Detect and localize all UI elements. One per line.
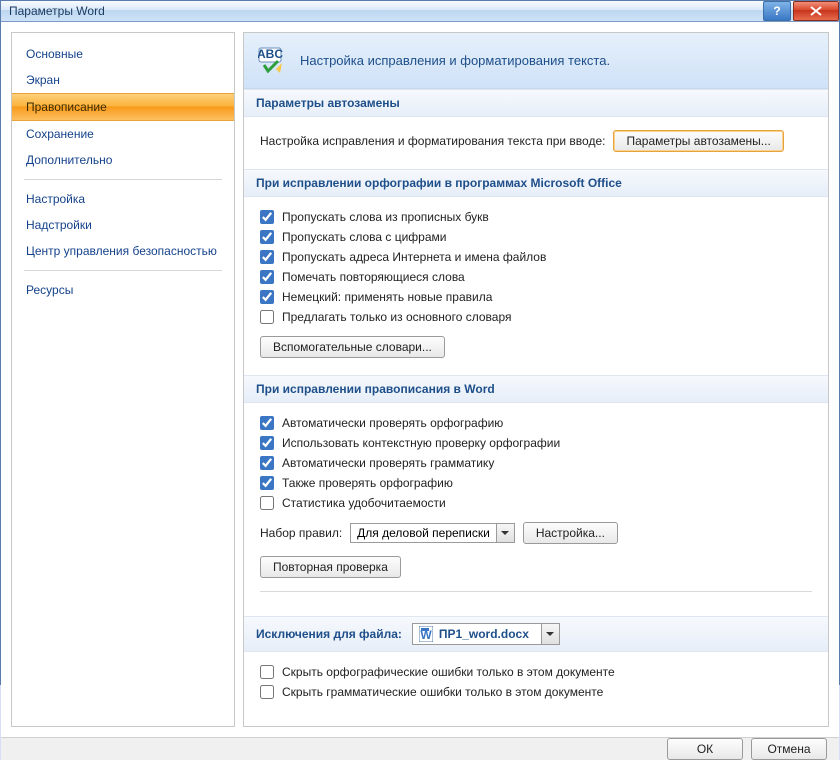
ck-hide-spell-errors-label: Скрыть орфографические ошибки только в э… <box>282 665 615 679</box>
dialog-body: Основные Экран Правописание Сохранение Д… <box>1 22 839 737</box>
ck-german-rules[interactable] <box>260 290 274 304</box>
group-office-header: При исправлении орфографии в программах … <box>244 169 828 197</box>
sidebar-item-customize[interactable]: Настройка <box>12 186 234 212</box>
ck-also-spell-label: Также проверять орфографию <box>282 476 453 490</box>
dialog-footer: ОК Отмена <box>1 737 839 760</box>
exceptions-file-combo[interactable]: W ПР1_word.docx <box>412 623 560 645</box>
group-autocorrect-header: Параметры автозамены <box>244 89 828 117</box>
ck-hide-grammar-errors[interactable] <box>260 685 274 699</box>
ck-main-dict-only-label: Предлагать только из основного словаря <box>282 310 511 324</box>
abc-check-icon: ABC <box>258 47 286 75</box>
sidebar-item-advanced[interactable]: Дополнительно <box>12 147 234 173</box>
exceptions-title: Исключения для файла: <box>256 627 402 641</box>
ck-auto-grammar-label: Автоматически проверять грамматику <box>282 456 494 470</box>
chevron-down-icon[interactable] <box>542 623 560 645</box>
ck-german-rules-label: Немецкий: применять новые правила <box>282 290 492 304</box>
sidebar-item-addins[interactable]: Надстройки <box>12 212 234 238</box>
ck-readability[interactable] <box>260 496 274 510</box>
ck-ignore-numbers[interactable] <box>260 230 274 244</box>
ck-ignore-urls[interactable] <box>260 250 274 264</box>
ruleset-value: Для деловой переписки <box>357 526 490 540</box>
ck-flag-repeated-label: Помечать повторяющиеся слова <box>282 270 465 284</box>
ck-context-spell[interactable] <box>260 436 274 450</box>
autocorrect-options-button[interactable]: Параметры автозамены... <box>613 130 783 152</box>
sidebar-divider <box>24 270 222 271</box>
dialog-window: Параметры Word ? Основные Экран Правопис… <box>0 0 840 685</box>
content-scroll[interactable]: Параметры автозамены Настройка исправлен… <box>244 89 828 726</box>
sidebar-item-trust-center[interactable]: Центр управления безопасностью <box>12 238 234 264</box>
sidebar-item-resources[interactable]: Ресурсы <box>12 277 234 303</box>
ck-hide-grammar-errors-label: Скрыть грамматические ошибки только в эт… <box>282 685 603 699</box>
group-word-header: При исправлении правописания в Word <box>244 375 828 403</box>
banner-text: Настройка исправления и форматирования т… <box>300 53 610 68</box>
banner: ABC Настройка исправления и форматирован… <box>244 33 828 89</box>
svg-text:W: W <box>420 628 432 642</box>
custom-dictionaries-button[interactable]: Вспомогательные словари... <box>260 336 445 358</box>
sidebar-item-general[interactable]: Основные <box>12 41 234 67</box>
ck-ignore-uppercase[interactable] <box>260 210 274 224</box>
ck-hide-spell-errors[interactable] <box>260 665 274 679</box>
sidebar-item-proofing[interactable]: Правописание <box>12 93 234 121</box>
ck-context-spell-label: Использовать контекстную проверку орфогр… <box>282 436 560 450</box>
divider <box>260 591 812 592</box>
ck-readability-label: Статистика удобочитаемости <box>282 496 446 510</box>
close-icon <box>810 6 822 16</box>
autocorrect-desc: Настройка исправления и форматирования т… <box>260 134 605 148</box>
group-exceptions-body: Скрыть орфографические ошибки только в э… <box>244 652 828 716</box>
group-office-body: Пропускать слова из прописных букв Пропу… <box>244 197 828 375</box>
ck-auto-spell[interactable] <box>260 416 274 430</box>
sidebar-divider <box>24 179 222 180</box>
titlebar: Параметры Word ? <box>1 1 839 22</box>
recheck-button[interactable]: Повторная проверка <box>260 556 401 578</box>
ck-ignore-numbers-label: Пропускать слова с цифрами <box>282 230 446 244</box>
ruleset-label: Набор правил: <box>260 526 342 540</box>
exceptions-file-value: ПР1_word.docx <box>439 627 529 641</box>
sidebar: Основные Экран Правописание Сохранение Д… <box>11 32 235 727</box>
ck-auto-grammar[interactable] <box>260 456 274 470</box>
content-panel: ABC Настройка исправления и форматирован… <box>243 32 829 727</box>
ruleset-combo[interactable]: Для деловой переписки <box>350 523 515 543</box>
cancel-button[interactable]: Отмена <box>751 738 827 760</box>
group-autocorrect-body: Настройка исправления и форматирования т… <box>244 117 828 169</box>
sidebar-item-display[interactable]: Экран <box>12 67 234 93</box>
word-file-icon: W <box>419 626 433 642</box>
ok-button[interactable]: ОК <box>667 738 743 760</box>
ck-ignore-urls-label: Пропускать адреса Интернета и имена файл… <box>282 250 546 264</box>
sidebar-item-save[interactable]: Сохранение <box>12 121 234 147</box>
ck-ignore-uppercase-label: Пропускать слова из прописных букв <box>282 210 489 224</box>
ck-also-spell[interactable] <box>260 476 274 490</box>
ck-flag-repeated[interactable] <box>260 270 274 284</box>
group-exceptions-header: Исключения для файла: W ПР1_word.docx <box>244 616 828 652</box>
close-button[interactable] <box>793 1 839 21</box>
group-word-body: Автоматически проверять орфографию Испол… <box>244 403 828 616</box>
ck-auto-spell-label: Автоматически проверять орфографию <box>282 416 503 430</box>
ck-main-dict-only[interactable] <box>260 310 274 324</box>
window-title: Параметры Word <box>9 4 761 18</box>
svg-text:ABC: ABC <box>258 47 283 61</box>
help-button[interactable]: ? <box>763 1 791 21</box>
chevron-down-icon[interactable] <box>497 523 515 543</box>
ruleset-settings-button[interactable]: Настройка... <box>523 522 618 544</box>
